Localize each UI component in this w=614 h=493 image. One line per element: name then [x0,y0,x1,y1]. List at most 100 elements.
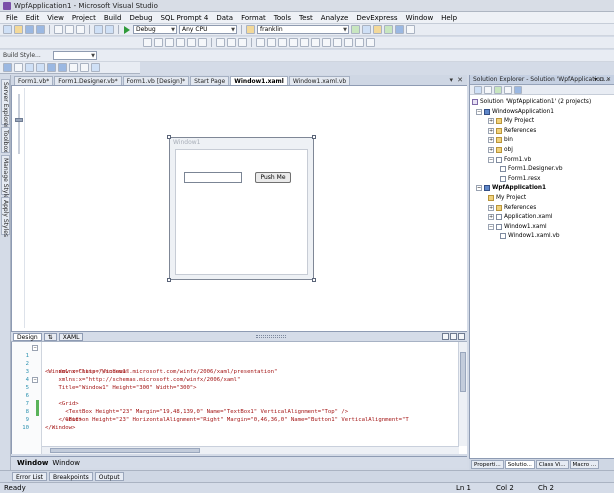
expand-icon[interactable]: + [488,127,494,134]
align-middles-icon[interactable] [187,38,196,47]
collapse-icon[interactable]: − [476,108,482,115]
wpf-grid[interactable]: Push Me [175,149,308,275]
make-same-height-icon[interactable] [227,38,236,47]
bookmark-icon[interactable] [47,63,56,72]
align-lefts-icon[interactable] [143,38,152,47]
center-horizontally-icon[interactable] [355,38,364,47]
collapse-icon[interactable]: − [476,185,482,192]
apply-styles-tab[interactable]: Apply Styles [1,197,10,237]
tab-order-icon[interactable] [333,38,342,47]
fold-toggle-icon[interactable]: − [32,377,38,383]
cut-icon[interactable] [54,25,63,34]
menu-build[interactable]: Build [100,14,126,22]
bring-to-front-icon[interactable] [311,38,320,47]
indent-icon[interactable] [25,63,34,72]
splitter-grip[interactable] [256,335,286,338]
menu-tools[interactable]: Tools [270,14,295,22]
paste-icon[interactable] [76,25,85,34]
align-tops-icon[interactable] [176,38,185,47]
toolbox-icon[interactable] [395,25,404,34]
design-tab[interactable]: Design [13,332,42,341]
align-rights-icon[interactable] [165,38,174,47]
collapse-icon[interactable]: − [488,156,494,163]
refresh-icon[interactable] [494,85,502,94]
properties-icon[interactable] [474,85,482,94]
breakpoints-tab[interactable]: Breakpoints [49,472,93,481]
copy-icon[interactable] [65,25,74,34]
swap-panes-button[interactable]: ⇅ [43,332,57,341]
tree-node[interactable]: − Form1.vb [488,156,531,164]
resize-handle[interactable] [312,278,316,282]
find-icon[interactable] [351,25,360,34]
clear-bookmarks-icon[interactable] [80,63,89,72]
send-to-back-icon[interactable] [322,38,331,47]
collapse-icon[interactable]: − [488,223,494,230]
make-same-width-icon[interactable] [216,38,225,47]
resize-handle[interactable] [167,135,171,139]
expand-icon[interactable]: + [488,204,494,211]
save-all-icon[interactable] [36,25,45,34]
vertical-spacing-icon[interactable] [300,38,309,47]
make-same-size-icon[interactable] [238,38,247,47]
editor-horizontal-scrollbar[interactable] [42,446,459,454]
breadcrumb-item-window-child[interactable]: Window [52,459,80,467]
tree-node[interactable]: Window1.xaml.vb [500,232,560,240]
menu-help[interactable]: Help [437,14,461,22]
word-wrap-icon[interactable] [91,63,100,72]
editor-vertical-scrollbar[interactable] [458,342,467,446]
menu-edit[interactable]: Edit [22,14,44,22]
expand-icon[interactable]: + [488,137,494,144]
solution-explorer-tab[interactable]: Solutio... [504,460,535,469]
resize-handle[interactable] [167,278,171,282]
zoom-slider[interactable] [15,118,23,122]
expand-icon[interactable]: + [488,118,494,125]
solution-tree[interactable]: Solution 'WpfApplication1' (2 projects) −… [470,95,614,460]
menu-window[interactable]: Window [402,14,438,22]
properties-icon[interactable] [373,25,382,34]
start-debugging-icon[interactable] [124,25,130,34]
comment-icon[interactable] [14,63,23,72]
find-in-files-icon[interactable] [246,25,255,34]
push-me-button[interactable]: Push Me [255,172,291,183]
align-centers-icon[interactable] [154,38,163,47]
class-view-tab[interactable]: Class Vi... [535,460,569,469]
horizontal-spacing-icon[interactable] [256,38,265,47]
find-combo[interactable]: franklin ▼ [257,25,349,34]
center-vertically-icon[interactable] [366,38,375,47]
toolbox-tab[interactable]: Toolbox [1,127,10,153]
solution-explorer-icon[interactable] [362,25,371,34]
previous-bookmark-icon[interactable] [69,63,78,72]
lock-controls-icon[interactable] [344,38,353,47]
macro-explorer-tab[interactable]: Macro ... [569,460,600,469]
new-project-icon[interactable] [3,25,12,34]
xaml-code-editor[interactable]: 1 − <Window x:Class="Window1" 2 xmlns="h… [11,342,467,454]
properties-tab[interactable]: Properti... [471,460,504,469]
tree-node[interactable]: + My Project [488,117,534,125]
tab-window1-xaml[interactable]: Window1.xaml [230,76,288,85]
tree-node[interactable]: Solution 'WpfApplication1' (2 projects) [472,98,591,106]
tree-node[interactable]: Form1.resx [500,175,540,183]
expand-icon[interactable]: + [488,147,494,153]
close-document-icon[interactable]: ✕ [457,76,463,84]
format-document-icon[interactable] [3,63,12,72]
tree-node[interactable]: + obj [488,146,513,154]
breadcrumb-item-window[interactable]: Window [17,459,48,467]
tree-node[interactable]: Form1.Designer.vb [500,165,563,173]
tree-node[interactable]: + Application.xaml [488,213,552,221]
menu-analyze[interactable]: Analyze [317,14,353,22]
error-list-tab[interactable]: Error List [12,472,48,481]
server-explorer-tab[interactable]: Server Explorer [1,79,10,129]
menu-data[interactable]: Data [212,14,237,22]
tree-node[interactable]: My Project [488,194,526,202]
expand-icon[interactable]: + [488,214,494,221]
tab-window1-xaml-vb[interactable]: Window1.xaml.vb [288,76,351,85]
wpf-window-preview[interactable]: Window1 Push Me [169,137,314,280]
save-icon[interactable] [25,25,34,34]
menu-debug[interactable]: Debug [125,14,156,22]
tab-form1-vb[interactable]: Form1.vb* [14,76,54,85]
open-file-icon[interactable] [14,25,23,34]
vertical-split-icon[interactable] [442,333,449,340]
tree-node[interactable]: − WpfApplication1 [476,184,546,192]
tree-node[interactable]: − WindowsApplication1 [476,108,554,116]
redo-icon[interactable] [105,25,114,34]
